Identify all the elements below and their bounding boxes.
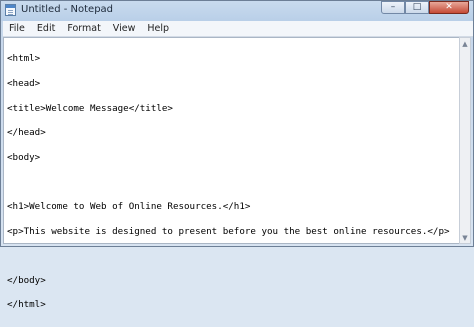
notepad-window: Untitled - Notepad – □ ✕ File Edit Forma… <box>0 0 474 310</box>
menu-format[interactable]: Format <box>61 21 106 36</box>
close-button[interactable]: ✕ <box>429 1 469 14</box>
minimize-button[interactable]: – <box>381 1 405 14</box>
editor-content: <html> <head> <title>Welcome Message</ti… <box>7 39 450 326</box>
window-title: Untitled - Notepad <box>21 4 114 15</box>
editor-line: <body> <box>7 151 41 163</box>
editor-line: <title>Welcome Message</title> <box>7 102 173 114</box>
menu-help[interactable]: Help <box>141 21 175 36</box>
title-bar[interactable]: Untitled - Notepad – □ ✕ <box>1 1 473 19</box>
window-controls: – □ ✕ <box>381 1 469 15</box>
maximize-button[interactable]: □ <box>405 1 429 14</box>
vertical-scrollbar[interactable]: ▲ ▼ <box>459 37 471 244</box>
menu-bar: File Edit Format View Help <box>3 21 473 37</box>
editor-line: </body> <box>7 274 46 286</box>
editor-line: </head> <box>7 127 46 139</box>
editor-line: <p>This website is designed to present b… <box>7 225 450 237</box>
editor-line: <h1>Welcome to Web of Online Resources.<… <box>7 200 251 212</box>
editor-line: <html> <box>7 53 41 65</box>
text-editor[interactable]: <html> <head> <title>Welcome Message</ti… <box>3 37 461 310</box>
editor-line: </html> <box>7 299 46 311</box>
notepad-icon <box>5 4 16 16</box>
scroll-down-icon[interactable]: ▼ <box>460 232 470 243</box>
menu-edit[interactable]: Edit <box>31 21 61 36</box>
menu-view[interactable]: View <box>107 21 142 36</box>
menu-file[interactable]: File <box>3 21 31 36</box>
editor-line: <head> <box>7 78 41 89</box>
scroll-up-icon[interactable]: ▲ <box>460 38 470 49</box>
